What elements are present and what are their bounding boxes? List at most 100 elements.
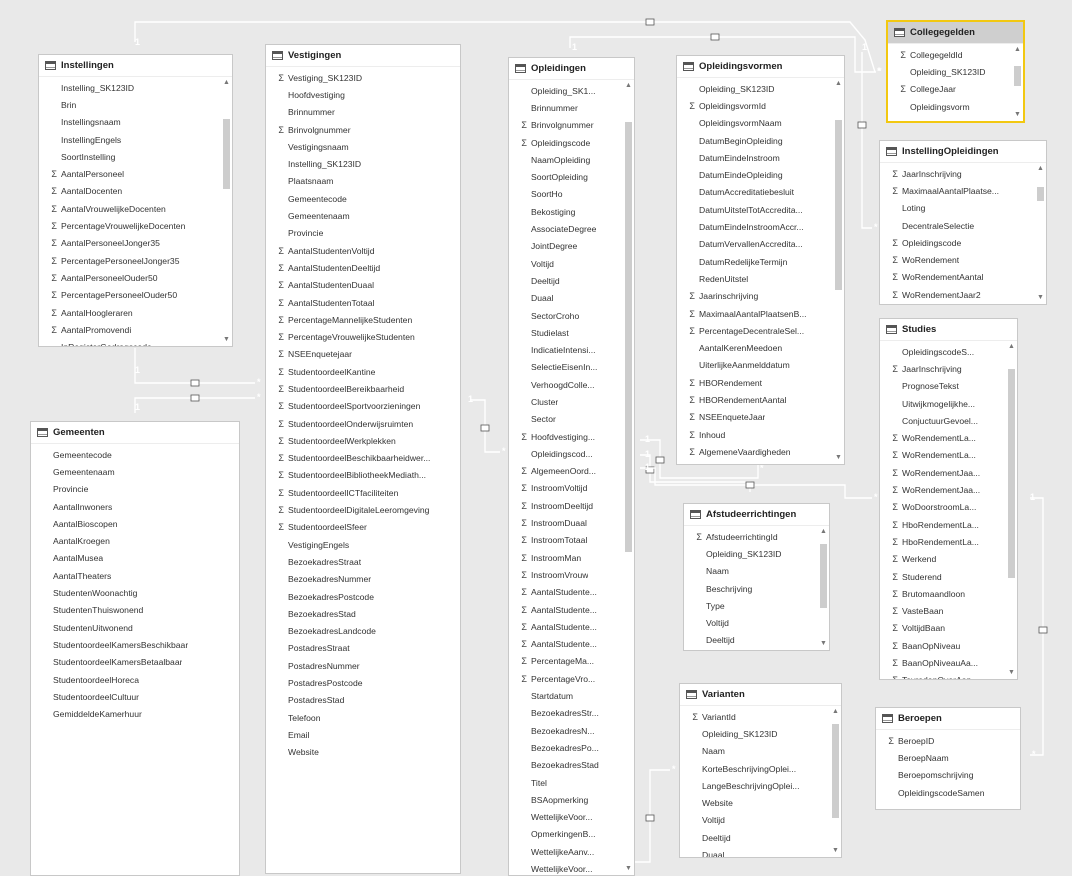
field-scrollbar[interactable]: ▲ ▼	[1013, 46, 1022, 119]
field-row[interactable]: ΣVoltijd	[680, 812, 829, 829]
scroll-thumb[interactable]	[820, 544, 827, 608]
field-row[interactable]: Σ StudentoordeelSportvoorzieningen	[266, 398, 448, 415]
field-row[interactable]: Σ AantalPromovendi	[39, 321, 220, 338]
field-row[interactable]: ΣStudentenWoonachtig	[31, 584, 227, 601]
field-row[interactable]: ΣWettelijkeVoor...	[509, 808, 622, 825]
field-row[interactable]: ΣRedenUitstel	[677, 270, 832, 287]
table-header[interactable]: Collegegelden	[888, 22, 1023, 44]
field-row[interactable]: ΣPostadresNummer	[266, 657, 448, 674]
field-row[interactable]: ΣBezoekadresLandcode	[266, 623, 448, 640]
field-row[interactable]: Σ StudentoordeelBeschikbaarheidwer...	[266, 450, 448, 467]
field-row[interactable]: Σ Hoofdvestiging...	[509, 428, 622, 445]
field-row[interactable]: ΣOpleiding_SK1...	[509, 82, 622, 99]
scroll-thumb[interactable]	[1014, 66, 1021, 86]
field-scrollbar[interactable]: ▲ ▼	[222, 79, 231, 344]
field-row[interactable]: ΣNaam	[684, 563, 817, 580]
field-row[interactable]: Σ InstroomVoltijd	[509, 480, 622, 497]
table-card-gemeenten[interactable]: Gemeenten ΣGemeentecodeΣGemeentenaamΣProv…	[30, 421, 240, 876]
table-header[interactable]: Opleidingsvormen	[677, 56, 844, 78]
field-row[interactable]: Σ AantalDocenten	[39, 183, 220, 200]
scroll-up-icon[interactable]: ▲	[831, 708, 840, 716]
field-row[interactable]: Σ AantalPersoneel	[39, 165, 220, 182]
field-row[interactable]: ΣHoofdvestiging	[266, 86, 448, 103]
scroll-up-icon[interactable]: ▲	[222, 79, 231, 87]
field-row[interactable]: ΣBeroepomschrijving	[876, 767, 1008, 784]
field-row[interactable]: ΣDeeltijd	[684, 632, 817, 649]
field-row[interactable]: Σ InstroomTotaal	[509, 532, 622, 549]
field-row[interactable]: ΣAantalTheaters	[31, 567, 227, 584]
field-row[interactable]: Σ AantalPersoneelOuder50	[39, 269, 220, 286]
field-row[interactable]: ΣOpleiding_SK123ID	[888, 63, 1011, 80]
field-row[interactable]: Σ AantalStudente...	[509, 618, 622, 635]
table-header[interactable]: Beroepen	[876, 708, 1020, 730]
field-row[interactable]: Σ Jaarinschrijving	[677, 288, 832, 305]
field-row[interactable]: ΣConjuctuurGevoel...	[880, 412, 1005, 429]
field-row[interactable]: Σ CollegeJaar	[888, 81, 1011, 98]
scroll-up-icon[interactable]: ▲	[1036, 165, 1045, 173]
field-row[interactable]: ΣSector	[509, 411, 622, 428]
field-row[interactable]: Σ InstroomVrouw	[509, 566, 622, 583]
table-card-afstudeerrichtingen[interactable]: AfstudeerrichtingenΣAfstudeerrichtingIdΣ…	[683, 503, 830, 651]
table-header[interactable]: Gemeenten	[31, 422, 239, 444]
field-row[interactable]: ΣJointDegree	[509, 238, 622, 255]
field-row[interactable]: Σ Studerend	[880, 568, 1005, 585]
field-row[interactable]: Σ NSEEnquetejaar	[266, 346, 448, 363]
field-row[interactable]: ΣTitel	[509, 774, 622, 791]
field-row[interactable]: ΣPrognoseTekst	[880, 378, 1005, 395]
field-row[interactable]: ΣTelefoon	[266, 709, 448, 726]
field-row[interactable]: Σ PercentagePersoneelOuder50	[39, 287, 220, 304]
field-row[interactable]: Σ StudentoordeelSfeer	[266, 519, 448, 536]
field-row[interactable]: ΣGemeentenaam	[266, 207, 448, 224]
field-row[interactable]: Σ AantalStudentenTotaal	[266, 294, 448, 311]
field-row[interactable]: ΣWettelijkeVoor...	[509, 860, 622, 875]
model-canvas[interactable]: 1*1*1*1*1*1*1*1*1*1*1* InstellingenΣInst…	[0, 0, 1072, 876]
field-row[interactable]: Σ HBORendement	[677, 374, 832, 391]
field-row[interactable]: ΣDecentraleSelectie	[880, 217, 1034, 234]
table-card-opleidingsvormen[interactable]: OpleidingsvormenΣOpleiding_SK123IDΣOplei…	[676, 55, 845, 465]
field-row[interactable]: Σ WoRendementJaa...	[880, 464, 1005, 481]
relationship-line-instellingen-vestigingen[interactable]	[134, 348, 255, 384]
field-row[interactable]: Σ AantalStudentenDuaal	[266, 277, 448, 294]
table-card-instellingen[interactable]: InstellingenΣInstelling_SK123IDΣBrinΣIns…	[38, 54, 233, 347]
scroll-thumb[interactable]	[1008, 369, 1015, 578]
field-row[interactable]: Σ WoRendementLa...	[880, 447, 1005, 464]
field-row[interactable]: ΣVestigingEngels	[266, 536, 448, 553]
scroll-down-icon[interactable]: ▼	[831, 847, 840, 855]
field-row[interactable]: ΣDeeltijd	[680, 829, 829, 846]
field-row[interactable]: ΣIndicatieIntensi...	[509, 341, 622, 358]
field-row[interactable]: ΣTevredenOverAan...	[880, 672, 1005, 679]
field-row[interactable]: Σ Vestiging_SK123ID	[266, 69, 448, 86]
field-row[interactable]: ΣStudentoordeelCultuur	[31, 688, 227, 705]
field-scrollbar[interactable]: ▲ ▼	[819, 528, 828, 648]
field-row[interactable]: Σ HboRendementLa...	[880, 533, 1005, 550]
table-header[interactable]: Vestigingen	[266, 45, 460, 67]
field-row[interactable]: Σ PercentageMa...	[509, 653, 622, 670]
field-row[interactable]: ΣAantalInwoners	[31, 498, 227, 515]
field-row[interactable]: ΣDatumUitstelTotAccredita...	[677, 201, 832, 218]
field-row[interactable]: Σ HboRendementLa...	[880, 516, 1005, 533]
field-row[interactable]: ΣDuaal	[680, 846, 829, 857]
field-row[interactable]: Σ PercentagePersoneelJonger35	[39, 252, 220, 269]
field-row[interactable]: Σ BaanOpNiveau	[880, 637, 1005, 654]
field-row[interactable]: Σ AantalStudente...	[509, 636, 622, 653]
field-row[interactable]: Σ InstroomDuaal	[509, 514, 622, 531]
field-row[interactable]: ΣAssociateDegree	[509, 220, 622, 237]
scroll-down-icon[interactable]: ▼	[1036, 294, 1045, 302]
scroll-up-icon[interactable]: ▲	[624, 82, 633, 90]
field-row[interactable]: Σ InstroomMan	[509, 549, 622, 566]
field-row[interactable]: ΣBezoekadresStraat	[266, 553, 448, 570]
field-row[interactable]: ΣBezoekadresStad	[509, 757, 622, 774]
field-row[interactable]: ΣOpleidingscod...	[509, 445, 622, 462]
relationship-line-studies-beroepen[interactable]	[1030, 497, 1044, 756]
field-row[interactable]: Σ AantalHoogleraren	[39, 304, 220, 321]
field-row[interactable]: ΣDatumEindeOpleiding	[677, 166, 832, 183]
scroll-up-icon[interactable]: ▲	[1007, 343, 1016, 351]
field-row[interactable]: ΣBSAopmerking	[509, 791, 622, 808]
field-row[interactable]: ΣSoortOpleiding	[509, 168, 622, 185]
field-row[interactable]: ΣBezoekadresNummer	[266, 571, 448, 588]
field-row[interactable]: ΣOpleiding_SK123ID	[677, 80, 832, 97]
field-row[interactable]: ΣCluster	[509, 393, 622, 410]
field-row[interactable]: ΣOpleidingscodeSamen	[876, 784, 1008, 801]
field-row[interactable]: ΣDatumRedelijkeTermijn	[677, 253, 832, 270]
field-row[interactable]: ΣProvincie	[31, 481, 227, 498]
